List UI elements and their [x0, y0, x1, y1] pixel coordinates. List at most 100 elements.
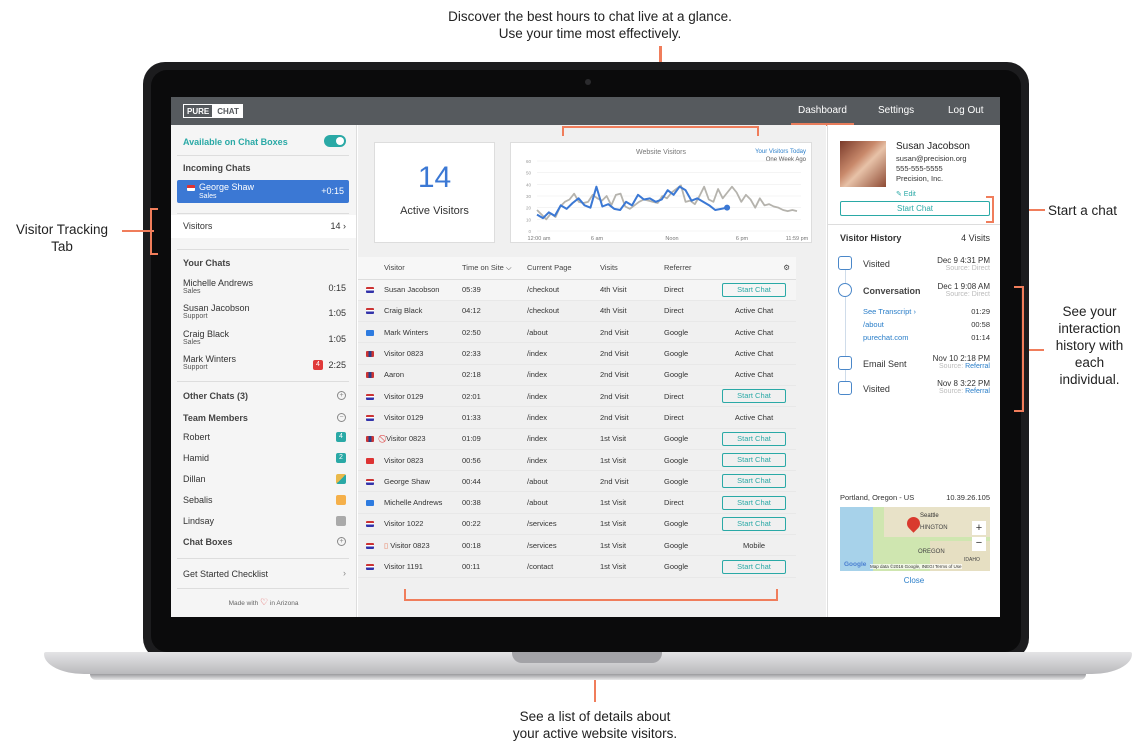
- edit-link[interactable]: ✎ Edit: [896, 190, 916, 198]
- start-chat-button[interactable]: Start Chat: [840, 201, 990, 216]
- table-row[interactable]: Craig Black 04:12/checkout 4th Visit Direct…: [358, 300, 796, 323]
- chat-item[interactable]: Susan Jacobson Support: [183, 303, 250, 320]
- start-chat-button[interactable]: Start Chat: [722, 282, 786, 297]
- time-on-site: 00:38: [462, 491, 527, 514]
- map-label: Seattle: [920, 513, 939, 519]
- expand-icon[interactable]: +: [337, 391, 346, 400]
- laptop-foot: [90, 674, 1086, 680]
- table-row[interactable]: Aaron 02:18/index 2nd Visit Google Active Ch…: [358, 364, 796, 386]
- team-status-icon: [336, 516, 346, 526]
- team-title[interactable]: Team Members: [183, 413, 248, 423]
- col-referrer[interactable]: Referrer: [664, 257, 712, 280]
- us-flag-icon: [366, 287, 374, 294]
- callout-left-line1: Visitor Tracking: [15, 222, 109, 237]
- chevron-right-icon: ›: [343, 568, 346, 578]
- history-label: Email Sent: [863, 359, 907, 369]
- table-row[interactable]: Visitor 1191 00:11/contact 1st Visit Google…: [358, 555, 796, 578]
- chat-item[interactable]: Michelle Andrews Sales: [183, 278, 253, 295]
- table-row[interactable]: Visitor 0129 01:33/index 2nd Visit Direct Ac…: [358, 406, 796, 429]
- table-row[interactable]: Visitor 0823 00:56/index 1st Visit Google St…: [358, 449, 796, 472]
- col-current-page[interactable]: Current Page: [527, 257, 600, 280]
- visitors-tab[interactable]: Visitors 14 ›: [171, 215, 356, 238]
- map-label: HINGTON: [920, 525, 948, 531]
- uk-flag-icon: [366, 372, 374, 379]
- availability-toggle[interactable]: [324, 135, 346, 147]
- start-chat-button[interactable]: Start Chat: [722, 495, 786, 510]
- x-tick-label: 11:59 pm: [786, 236, 809, 242]
- transcript-page-link[interactable]: purechat.com: [863, 333, 908, 342]
- start-chat-button[interactable]: Start Chat: [722, 474, 786, 489]
- time-on-site: 00:56: [462, 449, 527, 472]
- team-badge: 4: [336, 432, 346, 442]
- active-count: 14: [417, 161, 452, 194]
- chat-item[interactable]: Mark Winters Support: [183, 354, 236, 371]
- start-chat-button[interactable]: Start Chat: [722, 559, 786, 574]
- callout-left-bracket: [150, 208, 158, 210]
- chat-boxes-title[interactable]: Chat Boxes: [183, 537, 233, 547]
- avatar: [840, 141, 886, 187]
- map-attribution: Map data ©2016 Google, INEGI Terms of Us…: [870, 564, 962, 569]
- checklist-link[interactable]: Get Started Checklist: [183, 569, 268, 579]
- see-transcript-link[interactable]: See Transcript ›: [863, 307, 916, 316]
- zoom-out-button[interactable]: −: [972, 537, 986, 551]
- table-row[interactable]: Mark Winters 02:50/about 2nd Visit Google Ac…: [358, 321, 796, 344]
- action-cell: Start Chat: [712, 470, 796, 493]
- nav-settings[interactable]: Settings: [878, 105, 914, 116]
- callout-history-line3: history with: [1055, 338, 1124, 353]
- incoming-chat-item[interactable]: George Shaw Sales +0:15: [177, 180, 349, 203]
- visitors-tab-label: Visitors: [183, 221, 213, 231]
- callout-left-bracket: [150, 253, 158, 255]
- close-link[interactable]: Close: [828, 576, 1000, 585]
- start-chat-button[interactable]: Start Chat: [722, 431, 786, 446]
- table-row[interactable]: Visitor 1022 00:22/services 1st Visit Googl…: [358, 513, 796, 536]
- collapse-icon[interactable]: −: [337, 413, 346, 422]
- visits: 4th Visit: [600, 279, 664, 301]
- transcript-time: 01:14: [971, 333, 990, 342]
- transcript-page-link[interactable]: /about: [863, 320, 884, 329]
- visitor-name: Visitor 0129: [384, 391, 424, 401]
- action-cell: Start Chat: [712, 491, 796, 514]
- us-flag-icon: [187, 185, 195, 191]
- nav-dashboard[interactable]: Dashboard: [798, 105, 847, 116]
- start-chat-button[interactable]: Start Chat: [722, 453, 786, 468]
- referrer: Direct: [664, 406, 712, 429]
- table-row[interactable]: Visitor 0823 02:33/index 2nd Visit Google Ac…: [358, 342, 796, 365]
- table-row[interactable]: ⃠ Visitor 0823 01:09/index 1st Visit Google…: [358, 428, 796, 450]
- current-page: /about: [527, 321, 600, 344]
- team-member[interactable]: Hamid: [183, 453, 209, 463]
- team-member[interactable]: Robert: [183, 432, 210, 442]
- zoom-in-button[interactable]: +: [972, 521, 986, 535]
- other-chats-title[interactable]: Other Chats (3): [183, 391, 248, 401]
- col-visitor[interactable]: Visitor: [384, 257, 462, 280]
- time-on-site: 00:22: [462, 513, 527, 536]
- visitor-name: Visitor 1022: [384, 519, 424, 529]
- action-cell: Start Chat: [712, 279, 796, 301]
- time-on-site: 02:18: [462, 364, 527, 386]
- start-chat-button[interactable]: Start Chat: [722, 516, 786, 531]
- expand-icon[interactable]: +: [337, 537, 346, 546]
- table-row[interactable]: Susan Jacobson 05:39/checkout 4th Visit Dir…: [358, 279, 796, 301]
- logo-pure: PURE: [183, 104, 214, 118]
- col-visits[interactable]: Visits: [600, 257, 664, 280]
- callout-left-bracket: [150, 208, 152, 255]
- table-row[interactable]: Michelle Andrews 00:38/about 1st Visit Dire…: [358, 491, 796, 514]
- purechat-logo[interactable]: PURE CHAT: [183, 104, 243, 118]
- team-member[interactable]: Dillan: [183, 474, 206, 484]
- start-chat-button[interactable]: Start Chat: [722, 389, 786, 404]
- incoming-title: Incoming Chats: [183, 163, 251, 173]
- chat-time: 1:05: [328, 308, 346, 318]
- table-row[interactable]: George Shaw 00:44/about 2nd Visit Google Sta…: [358, 470, 796, 493]
- envelope-icon: [838, 356, 852, 370]
- location-map[interactable]: Seattle HINGTON OREGON IDAHO + − Google …: [840, 507, 990, 571]
- team-member[interactable]: Lindsay: [183, 516, 214, 526]
- visits: 1st Visit: [600, 534, 664, 557]
- referrer: Google: [664, 321, 712, 344]
- team-member[interactable]: Sebalis: [183, 495, 213, 505]
- chat-item[interactable]: Craig Black Sales: [183, 329, 229, 346]
- table-row[interactable]: Visitor 0129 02:01/index 2nd Visit Direct St…: [358, 385, 796, 408]
- col-time-on-site[interactable]: Time on Site ⌵: [462, 257, 527, 280]
- table-row[interactable]: ▯ Visitor 0823 00:18/services 1st Visit Goo…: [358, 534, 796, 557]
- transcript-time: 01:29: [971, 307, 990, 316]
- nav-logout[interactable]: Log Out: [948, 105, 984, 116]
- gear-icon[interactable]: ⚙: [712, 257, 796, 280]
